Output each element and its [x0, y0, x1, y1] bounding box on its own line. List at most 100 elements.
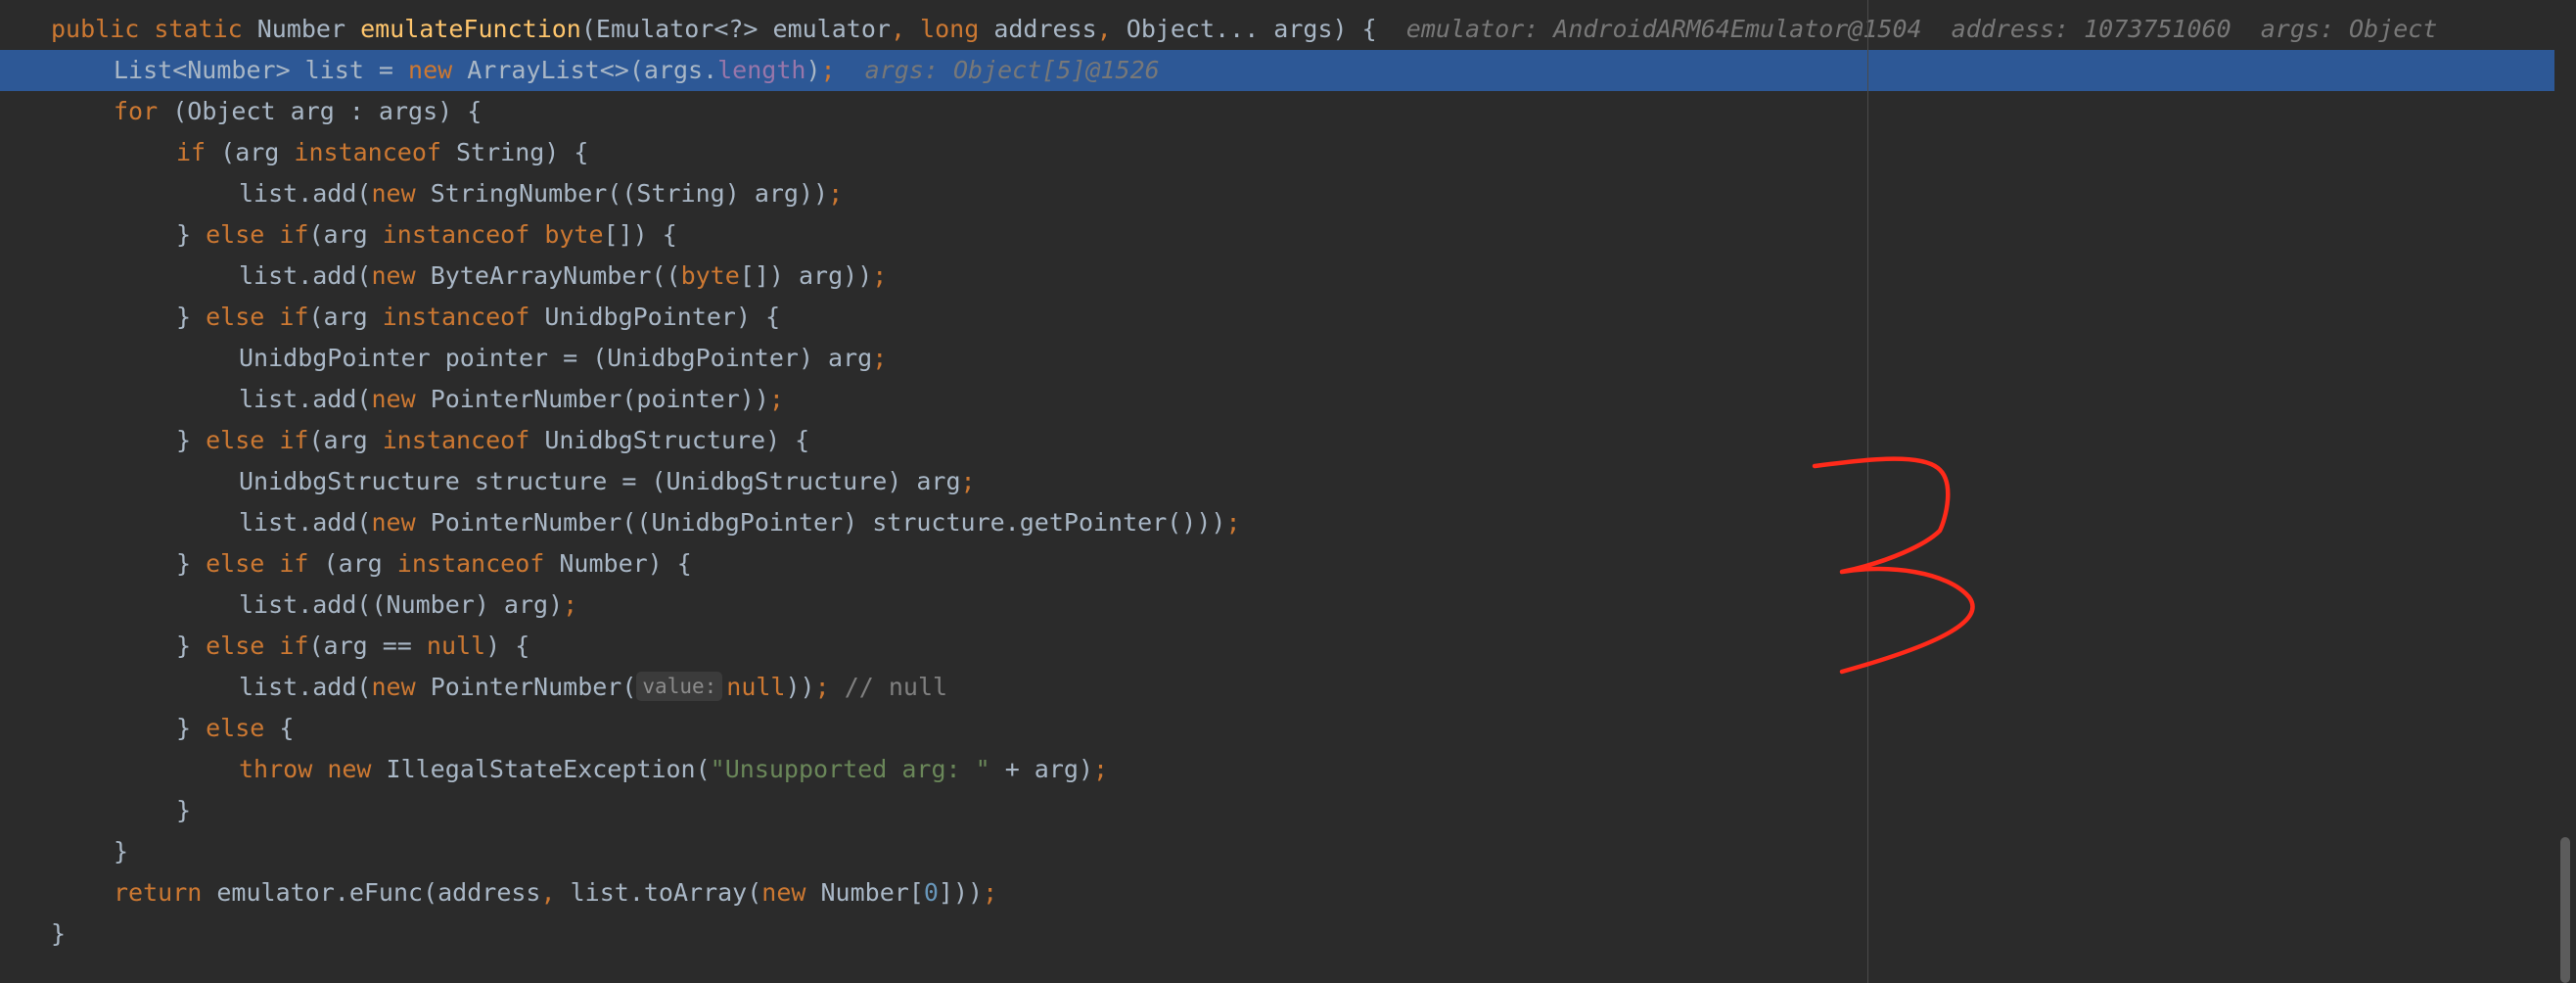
code-line[interactable]: list.add(new PointerNumber(pointer)); [0, 379, 2554, 420]
vertical-scrollbar[interactable] [2556, 0, 2576, 983]
code-line[interactable]: if (arg instanceof String) { [0, 132, 2554, 173]
code-token: )) [785, 673, 815, 701]
code-token: ) { [485, 632, 530, 660]
code-token: ; [814, 673, 845, 701]
code-line[interactable]: } [0, 913, 2554, 955]
code-line[interactable]: } else if (arg instanceof Number) { [0, 543, 2554, 585]
code-line[interactable]: throw new IllegalStateException("Unsuppo… [0, 749, 2554, 790]
code-line[interactable]: } else if(arg instanceof UnidbgPointer) … [0, 297, 2554, 338]
code-token: ArrayList<>(args. [467, 56, 718, 84]
code-line[interactable]: return emulator.eFunc(address, list.toAr… [0, 872, 2554, 913]
code-text: list.add(new PointerNumber(pointer)); [239, 379, 784, 420]
code-token: long [920, 15, 994, 43]
code-line[interactable]: public static Number emulateFunction(Emu… [0, 9, 2554, 50]
code-token: new [371, 673, 431, 701]
debugger-inline-value: args: Object[5]@1526 [864, 56, 1160, 84]
code-editor[interactable]: public static Number emulateFunction(Emu… [0, 0, 2576, 983]
code-text: } else if(arg == null) { [176, 626, 529, 667]
code-line[interactable]: list.add((Number) arg); [0, 585, 2554, 626]
code-token: ; [828, 179, 844, 208]
code-token: String) { [456, 138, 589, 166]
code-token: ; [1225, 508, 1241, 537]
code-text: } else if(arg instanceof UnidbgPointer) … [176, 297, 780, 338]
code-token: , [540, 878, 571, 907]
code-token: null [426, 632, 486, 660]
code-token: ])) [938, 878, 984, 907]
code-text: for (Object arg : args) { [114, 91, 482, 132]
code-token: (arg [308, 303, 383, 331]
code-line[interactable]: UnidbgStructure structure = (UnidbgStruc… [0, 461, 2554, 502]
code-token: UnidbgPointer) { [544, 303, 781, 331]
code-token: (arg [308, 220, 383, 249]
code-token: null [726, 673, 786, 701]
code-token: public [51, 15, 155, 43]
code-line[interactable]: UnidbgPointer pointer = (UnidbgPointer) … [0, 338, 2554, 379]
code-line[interactable]: for (Object arg : args) { [0, 91, 2554, 132]
code-token: new [371, 261, 431, 290]
code-token: } [176, 714, 207, 742]
code-text: list.add(new PointerNumber((UnidbgPointe… [239, 502, 1241, 543]
code-token: ; [960, 467, 976, 495]
code-token: list.add( [239, 508, 372, 537]
code-text: list.add((Number) arg); [239, 585, 577, 626]
code-line[interactable]: } else { [0, 708, 2554, 749]
code-token: } [176, 632, 207, 660]
code-line[interactable]: list.add(new PointerNumber(value: null));… [0, 667, 2554, 708]
parameter-name-hint: value: [636, 672, 723, 701]
code-token: { [279, 714, 295, 742]
code-token: static [154, 15, 257, 43]
code-token: new [371, 385, 431, 413]
code-text: } [51, 913, 66, 955]
code-token: } [51, 919, 67, 948]
code-token: // null [844, 673, 948, 701]
code-token: list.add((Number) arg) [239, 590, 564, 619]
code-token: } [176, 796, 192, 824]
code-line[interactable]: list.add(new PointerNumber((UnidbgPointe… [0, 502, 2554, 543]
code-line[interactable]: list.add(new ByteArrayNumber((byte[]) ar… [0, 256, 2554, 297]
code-token: (arg == [308, 632, 427, 660]
code-token: byte [544, 220, 604, 249]
code-token: list.toArray( [570, 878, 762, 907]
code-text: } else if (arg instanceof Number) { [176, 543, 692, 585]
code-text: List<Number> list = new ArrayList<>(args… [114, 50, 1160, 91]
code-token: PointerNumber(pointer)) [430, 385, 769, 413]
code-line[interactable]: } else if(arg instanceof UnidbgStructure… [0, 420, 2554, 461]
code-token: } [176, 303, 207, 331]
code-token: instanceof [382, 426, 545, 454]
code-text: list.add(new StringNumber((String) arg))… [239, 173, 843, 214]
code-token: "Unsupported arg: " [710, 755, 990, 783]
code-token: throw [239, 755, 328, 783]
code-line[interactable]: } [0, 831, 2554, 872]
code-line[interactable]: } [0, 790, 2554, 831]
code-line[interactable]: } else if(arg instanceof byte[]) { [0, 214, 2554, 256]
code-token: else if [206, 220, 309, 249]
code-token: list.add( [239, 261, 372, 290]
code-text: } else { [176, 708, 294, 749]
current-execution-line[interactable]: List<Number> list = new ArrayList<>(args… [0, 50, 2554, 91]
code-token: []) { [603, 220, 677, 249]
code-token: list.add( [239, 385, 372, 413]
code-token: (Emulator<?> emulator [580, 15, 891, 43]
code-token: PointerNumber( [430, 673, 637, 701]
code-token: byte [680, 261, 740, 290]
code-token: new [371, 179, 431, 208]
code-token: Number) { [559, 549, 692, 578]
code-line[interactable]: } else if(arg == null) { [0, 626, 2554, 667]
code-token: UnidbgStructure) { [544, 426, 810, 454]
code-token: IllegalStateException( [386, 755, 711, 783]
code-token: UnidbgStructure structure = (UnidbgStruc… [239, 467, 961, 495]
code-text: UnidbgStructure structure = (UnidbgStruc… [239, 461, 976, 502]
code-token: list.add( [239, 179, 372, 208]
code-text: } else if(arg instanceof UnidbgStructure… [176, 420, 809, 461]
code-token: else [206, 714, 280, 742]
scrollbar-thumb[interactable] [2560, 837, 2570, 983]
code-token: else if [206, 303, 309, 331]
code-line[interactable]: list.add(new StringNumber((String) arg))… [0, 173, 2554, 214]
code-token: StringNumber((String) arg)) [430, 179, 829, 208]
code-token: else if [206, 632, 309, 660]
code-token: return [114, 878, 217, 907]
code-token: ByteArrayNumber(( [430, 261, 681, 290]
code-token: PointerNumber((UnidbgPointer) structure.… [430, 508, 1226, 537]
code-token: emulateFunction [360, 15, 581, 43]
code-token: else if [206, 426, 309, 454]
